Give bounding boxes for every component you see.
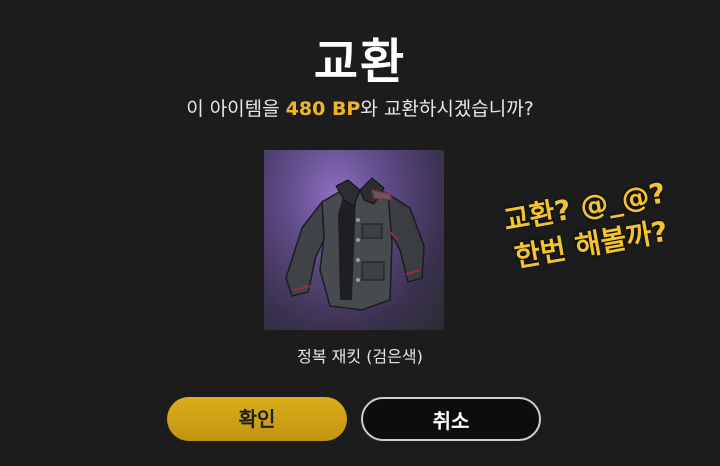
black-jacket-icon [285,177,425,311]
price-value: 480 BP [285,98,361,120]
dialog-title: 교환 [313,34,407,90]
message-suffix: 와 교환하시겠습니까? [360,98,534,120]
confirm-button[interactable]: 확인 [167,397,347,441]
handwritten-annotation: 교환? @_@? 한번 해볼까? [473,169,703,282]
exchange-dialog: 교환 이 아이템을 480 BP와 교환하시겠습니까? 정복 재킷 (검은색) … [0,0,720,466]
cancel-button[interactable]: 취소 [361,397,541,441]
message-prefix: 이 아이템을 [186,98,286,120]
exchange-message: 이 아이템을 480 BP와 교환하시겠습니까? [0,94,720,121]
item-name: 정복 재킷 (검은색) [297,347,423,366]
item-preview [264,150,444,330]
